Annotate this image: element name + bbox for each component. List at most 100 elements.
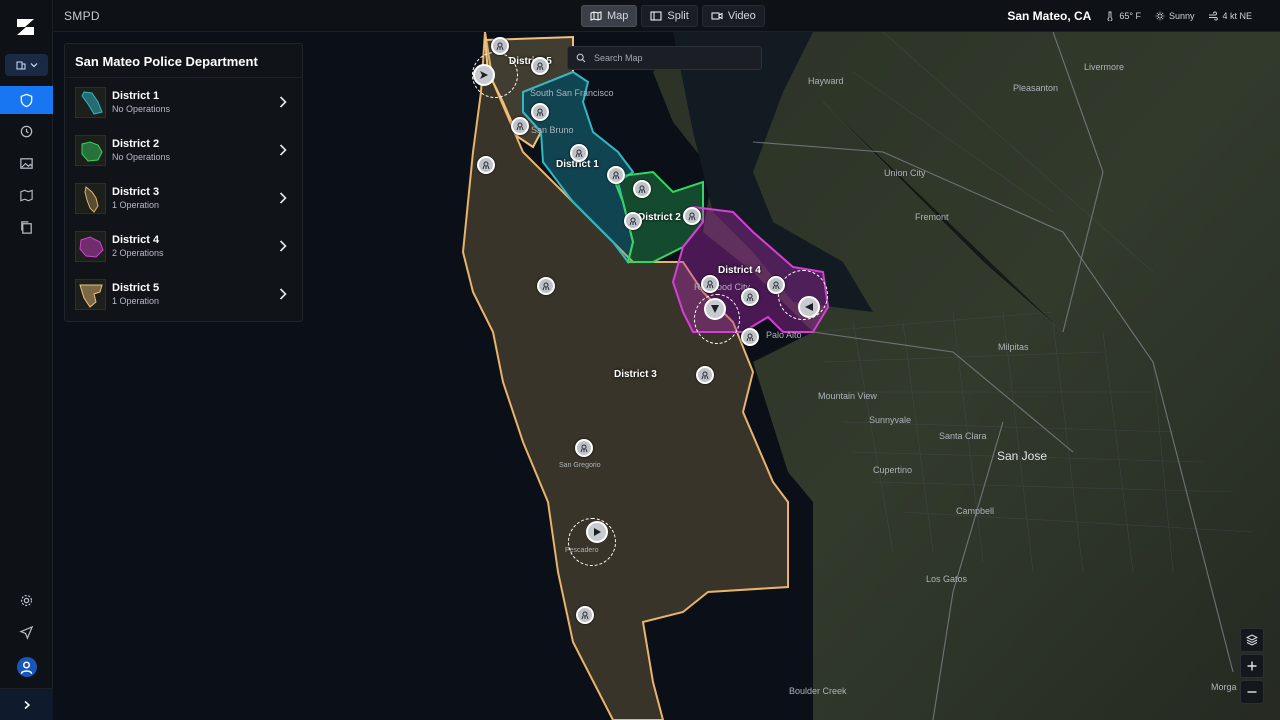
location-label: San Mateo, CA: [1007, 9, 1092, 23]
district-item-3[interactable]: District 3 1 Operation: [65, 174, 302, 222]
nav-districts[interactable]: [0, 86, 53, 114]
layers-icon: [1246, 634, 1258, 646]
send-icon: [19, 625, 34, 640]
nav-settings[interactable]: [0, 586, 53, 614]
thermometer-icon: [1107, 11, 1113, 21]
city-hayward: Hayward: [808, 76, 844, 86]
view-map-button[interactable]: Map: [581, 5, 638, 27]
drone-icon: [575, 149, 583, 158]
map-label-district-2: District 2: [638, 212, 681, 223]
drone-station-marker[interactable]: [531, 57, 549, 75]
city-mountain-view: Mountain View: [818, 391, 877, 401]
view-video-button[interactable]: Video: [701, 5, 765, 27]
district-status: 1 Operation: [112, 200, 160, 210]
drone-station-marker[interactable]: [683, 207, 701, 225]
copy-icon: [21, 220, 32, 234]
city-livermore: Livermore: [1084, 62, 1125, 72]
search-input[interactable]: [594, 53, 754, 63]
status-bar: San Mateo, CA 65° F Sunny 4 kt NE: [1007, 0, 1252, 32]
city-los-gatos: Los Gatos: [926, 574, 968, 584]
drone-icon: [638, 185, 646, 194]
nav-profile[interactable]: [0, 653, 53, 681]
drone-station-marker[interactable]: [701, 275, 719, 293]
drone-icon: [612, 171, 620, 180]
nav-documents[interactable]: [0, 213, 53, 241]
layers-button[interactable]: [1240, 628, 1264, 652]
city-campbell: Campbell: [956, 506, 995, 516]
district-name: District 1: [112, 90, 160, 102]
chevron-down-icon: [30, 63, 37, 68]
district-5-thumbnail: [75, 278, 106, 310]
drone-icon: [580, 444, 588, 453]
district-item-5[interactable]: District 5 1 Operation: [65, 270, 302, 318]
video-icon: [711, 12, 723, 20]
district-3-thumbnail: [75, 182, 106, 214]
drone-station-marker[interactable]: [477, 156, 495, 174]
drone-icon: [706, 280, 714, 289]
district-item-1[interactable]: District 1 No Operations: [65, 78, 302, 126]
city-pleasanton: Pleasanton: [1013, 83, 1059, 93]
map-search[interactable]: [567, 46, 762, 70]
drone-station-marker[interactable]: [633, 180, 651, 198]
drone-icon: [581, 611, 589, 620]
gear-icon: [20, 594, 33, 606]
split-icon: [650, 11, 662, 21]
drone-station-marker[interactable]: [741, 328, 759, 346]
city-sunnyvale: Sunnyvale: [869, 415, 912, 425]
zoom-in-button[interactable]: [1240, 654, 1264, 678]
nav-dispatch[interactable]: [0, 618, 53, 646]
city-union-city: Union City: [884, 168, 926, 178]
drone-station-marker[interactable]: [741, 288, 759, 306]
drone-station-marker[interactable]: [624, 212, 642, 230]
operation-marker[interactable]: [473, 64, 495, 86]
shield-icon: [20, 93, 33, 107]
wind-value: 4 kt NE: [1222, 11, 1252, 21]
drone-icon: [482, 161, 490, 170]
district-name: District 4: [112, 234, 160, 246]
app-name: SMPD: [64, 9, 100, 23]
district-item-4[interactable]: District 4 2 Operations: [65, 222, 302, 270]
drone-station-marker[interactable]: [531, 103, 549, 121]
city-palo-alto: Palo Alto: [766, 330, 802, 340]
drone-station-marker[interactable]: [696, 366, 714, 384]
drone-station-marker[interactable]: [575, 439, 593, 457]
district-item-2[interactable]: District 2 No Operations: [65, 126, 302, 174]
drone-station-marker[interactable]: [491, 37, 509, 55]
drone-station-marker[interactable]: [576, 606, 594, 624]
district-status: No Operations: [112, 104, 171, 114]
weather-readout: Sunny: [1155, 11, 1195, 21]
drone-station-marker[interactable]: [537, 277, 555, 295]
temperature-value: 65° F: [1119, 11, 1141, 21]
expand-rail-button[interactable]: [0, 688, 53, 720]
chevron-right-icon: [279, 192, 287, 204]
operation-marker[interactable]: [586, 521, 608, 543]
navigation-arrow-icon: [711, 305, 719, 313]
drone-station-marker[interactable]: [511, 117, 529, 135]
district-name: District 2: [112, 138, 160, 150]
nav-media[interactable]: [0, 149, 53, 177]
nav-history[interactable]: [0, 117, 53, 145]
district-name: District 3: [112, 186, 160, 198]
view-switcher: Map Split Video: [581, 5, 765, 27]
app-logo[interactable]: [13, 14, 39, 40]
weather-value: Sunny: [1168, 11, 1195, 21]
search-icon: [576, 53, 586, 63]
view-video-label: Video: [727, 10, 756, 22]
operation-marker[interactable]: [704, 298, 726, 320]
drone-icon: [688, 212, 696, 221]
drone-station-marker[interactable]: [767, 276, 785, 294]
wind-icon: [1209, 11, 1219, 21]
view-split-button[interactable]: Split: [641, 5, 698, 27]
nav-map[interactable]: [0, 181, 53, 209]
minus-icon: [1247, 691, 1257, 693]
operation-marker[interactable]: [798, 296, 820, 318]
chevron-right-icon: [279, 144, 287, 156]
avatar: [16, 657, 37, 677]
history-icon: [20, 125, 33, 137]
workspace-dropdown[interactable]: [5, 54, 48, 76]
city-san-jose: San Jose: [997, 449, 1048, 463]
drone-icon: [496, 42, 504, 51]
drone-station-marker[interactable]: [570, 144, 588, 162]
zoom-out-button[interactable]: [1240, 680, 1264, 704]
drone-station-marker[interactable]: [607, 166, 625, 184]
